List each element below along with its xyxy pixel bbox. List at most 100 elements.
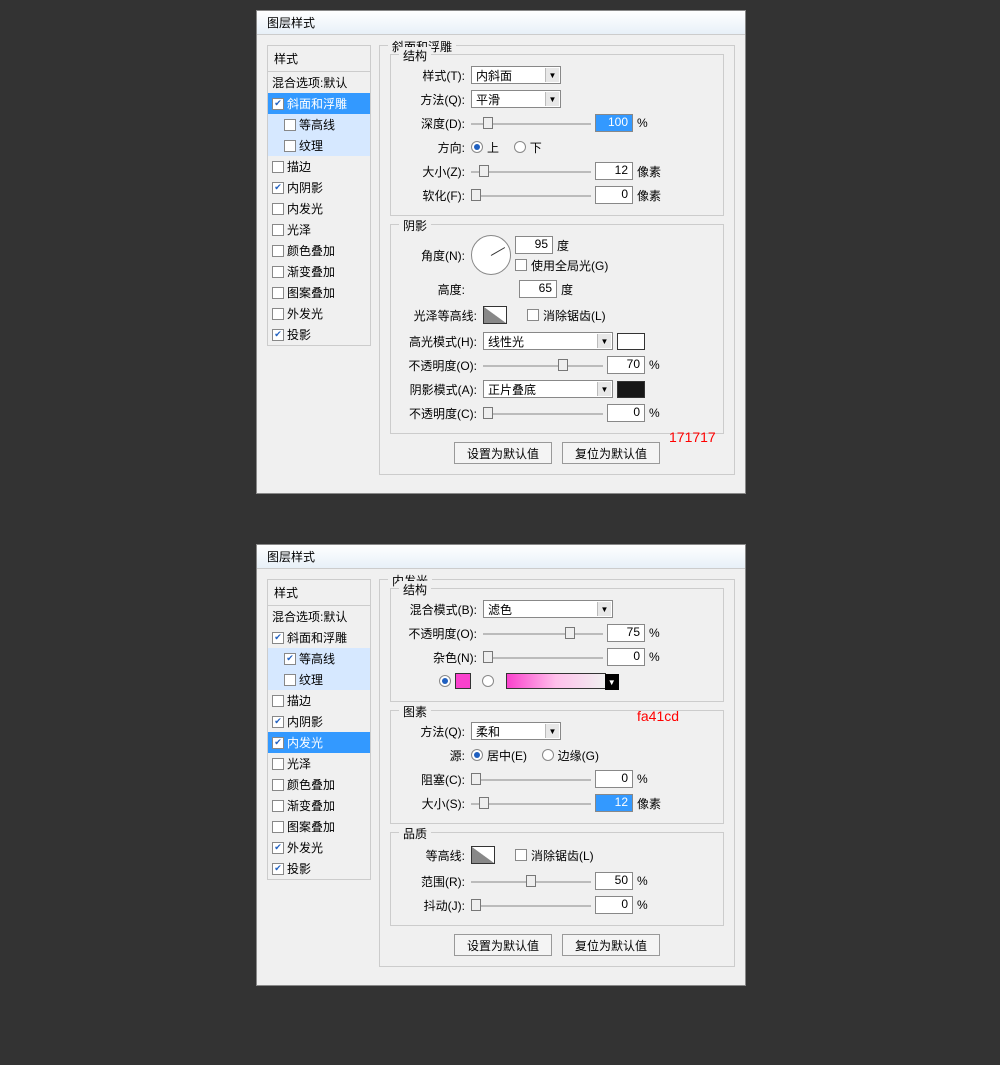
- reset-default-button[interactable]: 复位为默认值: [562, 934, 660, 956]
- style-checkbox[interactable]: [272, 779, 284, 791]
- style-checkbox[interactable]: [272, 695, 284, 707]
- style-checkbox[interactable]: [284, 140, 296, 152]
- style-checkbox[interactable]: [272, 224, 284, 236]
- style-item-外发光[interactable]: 外发光: [268, 303, 370, 324]
- style-item-光泽[interactable]: 光泽: [268, 753, 370, 774]
- style-item-图案叠加[interactable]: 图案叠加: [268, 282, 370, 303]
- size-input[interactable]: 12: [595, 794, 633, 812]
- shadow-color-swatch[interactable]: [617, 381, 645, 398]
- style-checkbox[interactable]: [272, 800, 284, 812]
- style-checkbox[interactable]: [272, 758, 284, 770]
- angle-dial[interactable]: [471, 235, 511, 275]
- color-radio[interactable]: [439, 675, 451, 687]
- opacity-slider[interactable]: [483, 625, 603, 641]
- style-item-等高线[interactable]: 等高线: [268, 648, 370, 669]
- style-checkbox[interactable]: [272, 287, 284, 299]
- style-item-渐变叠加[interactable]: 渐变叠加: [268, 261, 370, 282]
- highlight-opacity-slider[interactable]: [483, 357, 603, 373]
- blend-options-item[interactable]: 混合选项:默认: [268, 606, 370, 627]
- opacity-input[interactable]: 75: [607, 624, 645, 642]
- style-checkbox[interactable]: [272, 161, 284, 173]
- shadow-opacity-slider[interactable]: [483, 405, 603, 421]
- set-default-button[interactable]: 设置为默认值: [454, 442, 552, 464]
- dir-down-radio[interactable]: [514, 141, 526, 153]
- angle-input[interactable]: 95: [515, 236, 553, 254]
- shadow-opacity-input[interactable]: 0: [607, 404, 645, 422]
- source-edge-radio[interactable]: [542, 749, 554, 761]
- style-item-颜色叠加[interactable]: 颜色叠加: [268, 240, 370, 261]
- style-item-描边[interactable]: 描边: [268, 156, 370, 177]
- depth-input[interactable]: 100: [595, 114, 633, 132]
- size-slider[interactable]: [471, 163, 591, 179]
- style-checkbox[interactable]: [284, 653, 296, 665]
- style-item-纹理[interactable]: 纹理: [268, 135, 370, 156]
- gloss-contour-swatch[interactable]: [483, 306, 507, 324]
- antialias-checkbox[interactable]: [527, 309, 539, 321]
- source-center-radio[interactable]: [471, 749, 483, 761]
- style-item-投影[interactable]: 投影: [268, 324, 370, 345]
- choke-input[interactable]: 0: [595, 770, 633, 788]
- style-item-投影[interactable]: 投影: [268, 858, 370, 879]
- noise-slider[interactable]: [483, 649, 603, 665]
- antialias-checkbox[interactable]: [515, 849, 527, 861]
- range-input[interactable]: 50: [595, 872, 633, 890]
- style-item-斜面和浮雕[interactable]: 斜面和浮雕: [268, 93, 370, 114]
- method-select[interactable]: 平滑▼: [471, 90, 561, 108]
- style-checkbox[interactable]: [272, 266, 284, 278]
- range-slider[interactable]: [471, 873, 591, 889]
- highlight-mode-select[interactable]: 线性光▼: [483, 332, 613, 350]
- style-checkbox[interactable]: [272, 329, 284, 341]
- soften-slider[interactable]: [471, 187, 591, 203]
- style-checkbox[interactable]: [272, 245, 284, 257]
- contour-swatch[interactable]: [471, 846, 495, 864]
- choke-slider[interactable]: [471, 771, 591, 787]
- style-checkbox[interactable]: [272, 716, 284, 728]
- style-item-纹理[interactable]: 纹理: [268, 669, 370, 690]
- dir-up-radio[interactable]: [471, 141, 483, 153]
- blend-mode-select[interactable]: 滤色▼: [483, 600, 613, 618]
- style-checkbox[interactable]: [272, 308, 284, 320]
- reset-default-button[interactable]: 复位为默认值: [562, 442, 660, 464]
- depth-slider[interactable]: [471, 115, 591, 131]
- style-checkbox[interactable]: [272, 737, 284, 749]
- gradient-swatch[interactable]: ▼: [506, 673, 606, 689]
- style-item-内阴影[interactable]: 内阴影: [268, 177, 370, 198]
- size-slider[interactable]: [471, 795, 591, 811]
- style-item-外发光[interactable]: 外发光: [268, 837, 370, 858]
- set-default-button[interactable]: 设置为默认值: [454, 934, 552, 956]
- style-checkbox[interactable]: [272, 842, 284, 854]
- style-checkbox[interactable]: [272, 821, 284, 833]
- style-item-图案叠加[interactable]: 图案叠加: [268, 816, 370, 837]
- noise-input[interactable]: 0: [607, 648, 645, 666]
- soften-input[interactable]: 0: [595, 186, 633, 204]
- size-input[interactable]: 12: [595, 162, 633, 180]
- style-checkbox[interactable]: [272, 632, 284, 644]
- style-checkbox[interactable]: [272, 203, 284, 215]
- style-item-等高线[interactable]: 等高线: [268, 114, 370, 135]
- highlight-color-swatch[interactable]: [617, 333, 645, 350]
- style-item-斜面和浮雕[interactable]: 斜面和浮雕: [268, 627, 370, 648]
- highlight-opacity-input[interactable]: 70: [607, 356, 645, 374]
- style-checkbox[interactable]: [284, 674, 296, 686]
- style-checkbox[interactable]: [284, 119, 296, 131]
- style-item-内阴影[interactable]: 内阴影: [268, 711, 370, 732]
- altitude-input[interactable]: 65: [519, 280, 557, 298]
- style-item-渐变叠加[interactable]: 渐变叠加: [268, 795, 370, 816]
- style-select[interactable]: 内斜面▼: [471, 66, 561, 84]
- jitter-slider[interactable]: [471, 897, 591, 913]
- shadow-mode-select[interactable]: 正片叠底▼: [483, 380, 613, 398]
- gradient-radio[interactable]: [482, 675, 494, 687]
- technique-select[interactable]: 柔和▼: [471, 722, 561, 740]
- style-item-光泽[interactable]: 光泽: [268, 219, 370, 240]
- global-light-checkbox[interactable]: [515, 259, 527, 271]
- style-checkbox[interactable]: [272, 182, 284, 194]
- style-checkbox[interactable]: [272, 98, 284, 110]
- style-item-内发光[interactable]: 内发光: [268, 732, 370, 753]
- style-checkbox[interactable]: [272, 863, 284, 875]
- glow-color-swatch[interactable]: [455, 673, 471, 689]
- style-item-内发光[interactable]: 内发光: [268, 198, 370, 219]
- jitter-input[interactable]: 0: [595, 896, 633, 914]
- style-item-描边[interactable]: 描边: [268, 690, 370, 711]
- blend-options-item[interactable]: 混合选项:默认: [268, 72, 370, 93]
- style-item-颜色叠加[interactable]: 颜色叠加: [268, 774, 370, 795]
